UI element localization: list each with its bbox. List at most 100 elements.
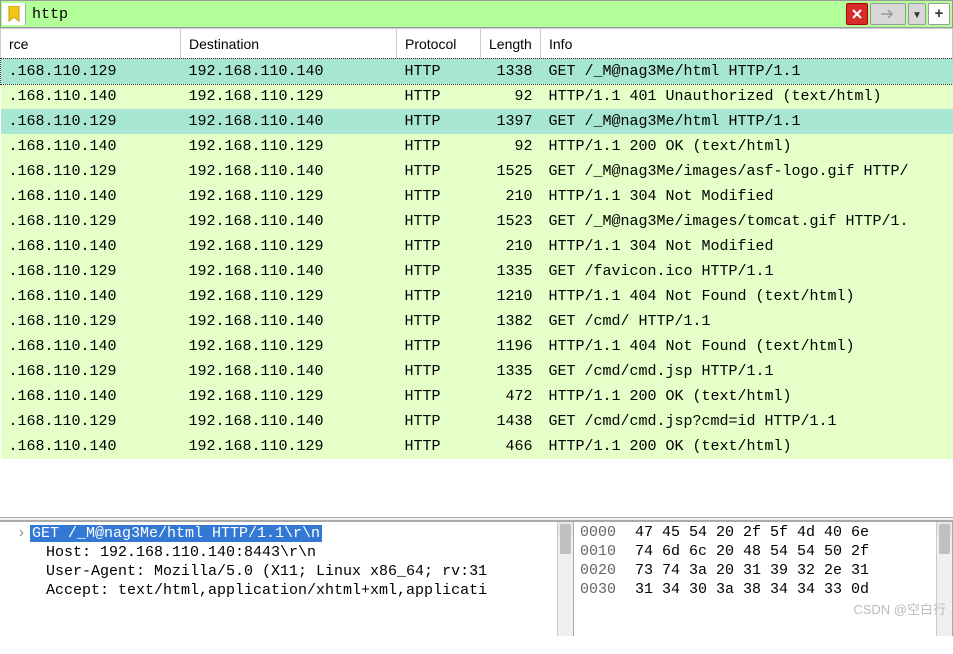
packet-row[interactable]: .168.110.140192.168.110.129HTTP210HTTP/1… — [1, 234, 953, 259]
packet-row[interactable]: .168.110.129192.168.110.140HTTP1335GET /… — [1, 259, 953, 284]
filter-buttons: ▾ + — [846, 3, 952, 25]
hex-scrollbar[interactable]: ▴ — [936, 522, 952, 636]
col-header-source[interactable]: rce — [1, 29, 181, 59]
packet-row[interactable]: .168.110.140192.168.110.129HTTP472HTTP/1… — [1, 384, 953, 409]
packet-details-pane[interactable]: ›GET /_M@nag3Me/html HTTP/1.1\r\n Host: … — [0, 522, 574, 636]
packet-row[interactable]: .168.110.129192.168.110.140HTTP1335GET /… — [1, 359, 953, 384]
cell-length: 1196 — [481, 334, 541, 359]
cell-protocol: HTTP — [397, 59, 481, 84]
packet-row[interactable]: .168.110.140192.168.110.129HTTP1210HTTP/… — [1, 284, 953, 309]
cell-source: .168.110.129 — [1, 309, 181, 334]
hex-offset: 0020 — [580, 562, 626, 579]
cell-info: HTTP/1.1 401 Unauthorized (text/html) — [541, 84, 953, 109]
cell-source: .168.110.129 — [1, 409, 181, 434]
hex-bytes: 47 45 54 20 2f 5f 4d 40 6e — [626, 524, 869, 541]
cell-source: .168.110.129 — [1, 259, 181, 284]
cell-protocol: HTTP — [397, 309, 481, 334]
packet-row[interactable]: .168.110.129192.168.110.140HTTP1523GET /… — [1, 209, 953, 234]
details-line-selected[interactable]: GET /_M@nag3Me/html HTTP/1.1\r\n — [30, 525, 322, 542]
packet-row[interactable]: .168.110.140192.168.110.129HTTP1196HTTP/… — [1, 334, 953, 359]
cell-info: GET /cmd/cmd.jsp HTTP/1.1 — [541, 359, 953, 384]
cell-info: HTTP/1.1 200 OK (text/html) — [541, 134, 953, 159]
cell-length: 1338 — [481, 59, 541, 84]
details-scrollbar[interactable]: ▴ — [557, 522, 573, 636]
cell-destination: 192.168.110.140 — [181, 309, 397, 334]
col-header-info[interactable]: Info — [541, 29, 953, 59]
packet-row[interactable]: .168.110.129192.168.110.140HTTP1397GET /… — [1, 109, 953, 134]
packet-list-header: rce Destination Protocol Length Info — [1, 29, 953, 59]
cell-info: HTTP/1.1 304 Not Modified — [541, 184, 953, 209]
col-header-protocol[interactable]: Protocol — [397, 29, 481, 59]
cell-destination: 192.168.110.140 — [181, 359, 397, 384]
cell-protocol: HTTP — [397, 109, 481, 134]
cell-destination: 192.168.110.129 — [181, 384, 397, 409]
cell-source: .168.110.129 — [1, 359, 181, 384]
cell-protocol: HTTP — [397, 259, 481, 284]
filter-history-dropdown[interactable]: ▾ — [908, 3, 926, 25]
cell-length: 1382 — [481, 309, 541, 334]
cell-length: 210 — [481, 184, 541, 209]
packet-row[interactable]: .168.110.129192.168.110.140HTTP1382GET /… — [1, 309, 953, 334]
bookmark-icon[interactable] — [2, 3, 26, 25]
cell-protocol: HTTP — [397, 284, 481, 309]
details-line[interactable]: User-Agent: Mozilla/5.0 (X11; Linux x86_… — [6, 562, 567, 581]
details-line[interactable]: Host: 192.168.110.140:8443\r\n — [6, 543, 567, 562]
cell-protocol: HTTP — [397, 159, 481, 184]
hex-line[interactable]: 0010 74 6d 6c 20 48 54 54 50 2f — [580, 542, 946, 561]
packet-row[interactable]: .168.110.140192.168.110.129HTTP210HTTP/1… — [1, 184, 953, 209]
add-filter-button[interactable]: + — [928, 3, 950, 25]
cell-length: 1335 — [481, 259, 541, 284]
packet-row[interactable]: .168.110.129192.168.110.140HTTP1438GET /… — [1, 409, 953, 434]
cell-length: 1523 — [481, 209, 541, 234]
hex-bytes: 73 74 3a 20 31 39 32 2e 31 — [626, 562, 869, 579]
cell-protocol: HTTP — [397, 234, 481, 259]
hex-offset: 0030 — [580, 581, 626, 598]
packet-row[interactable]: .168.110.140192.168.110.129HTTP92HTTP/1.… — [1, 84, 953, 109]
cell-info: GET /favicon.ico HTTP/1.1 — [541, 259, 953, 284]
cell-protocol: HTTP — [397, 134, 481, 159]
cell-length: 1335 — [481, 359, 541, 384]
cell-source: .168.110.129 — [1, 209, 181, 234]
cell-length: 466 — [481, 434, 541, 459]
cell-destination: 192.168.110.140 — [181, 159, 397, 184]
cell-info: GET /_M@nag3Me/html HTTP/1.1 — [541, 109, 953, 134]
cell-protocol: HTTP — [397, 384, 481, 409]
cell-info: GET /cmd/cmd.jsp?cmd=id HTTP/1.1 — [541, 409, 953, 434]
packet-row[interactable]: .168.110.129192.168.110.140HTTP1525GET /… — [1, 159, 953, 184]
cell-destination: 192.168.110.129 — [181, 134, 397, 159]
cell-source: .168.110.140 — [1, 184, 181, 209]
packet-row[interactable]: .168.110.140192.168.110.129HTTP466HTTP/1… — [1, 434, 953, 459]
cell-protocol: HTTP — [397, 434, 481, 459]
apply-filter-button[interactable] — [870, 3, 906, 25]
hex-line[interactable]: 0020 73 74 3a 20 31 39 32 2e 31 — [580, 561, 946, 580]
cell-length: 92 — [481, 134, 541, 159]
cell-source: .168.110.140 — [1, 84, 181, 109]
cell-protocol: HTTP — [397, 84, 481, 109]
col-header-length[interactable]: Length — [481, 29, 541, 59]
hex-line[interactable]: 0030 31 34 30 3a 38 34 34 33 0d — [580, 580, 946, 599]
display-filter-input[interactable] — [26, 1, 846, 27]
cell-info: GET /_M@nag3Me/html HTTP/1.1 — [541, 59, 953, 84]
cell-length: 210 — [481, 234, 541, 259]
packet-bytes-pane[interactable]: 0000 47 45 54 20 2f 5f 4d 40 6e0010 74 6… — [574, 522, 953, 636]
cell-protocol: HTTP — [397, 184, 481, 209]
scroll-thumb[interactable] — [939, 524, 950, 554]
cell-protocol: HTTP — [397, 209, 481, 234]
cell-destination: 192.168.110.129 — [181, 434, 397, 459]
hex-line[interactable]: 0000 47 45 54 20 2f 5f 4d 40 6e — [580, 523, 946, 542]
col-header-destination[interactable]: Destination — [181, 29, 397, 59]
cell-source: .168.110.140 — [1, 334, 181, 359]
hex-offset: 0000 — [580, 524, 626, 541]
cell-length: 92 — [481, 84, 541, 109]
cell-destination: 192.168.110.140 — [181, 409, 397, 434]
cell-source: .168.110.140 — [1, 284, 181, 309]
packet-row[interactable]: .168.110.129192.168.110.140HTTP1338GET /… — [1, 59, 953, 84]
cell-info: GET /cmd/ HTTP/1.1 — [541, 309, 953, 334]
packet-row[interactable]: .168.110.140192.168.110.129HTTP92HTTP/1.… — [1, 134, 953, 159]
scroll-thumb[interactable] — [560, 524, 571, 554]
clear-filter-button[interactable] — [846, 3, 868, 25]
details-line[interactable]: Accept: text/html,application/xhtml+xml,… — [6, 581, 567, 600]
cell-length: 1210 — [481, 284, 541, 309]
cell-length: 1438 — [481, 409, 541, 434]
chevron-right-icon[interactable]: › — [6, 524, 30, 541]
